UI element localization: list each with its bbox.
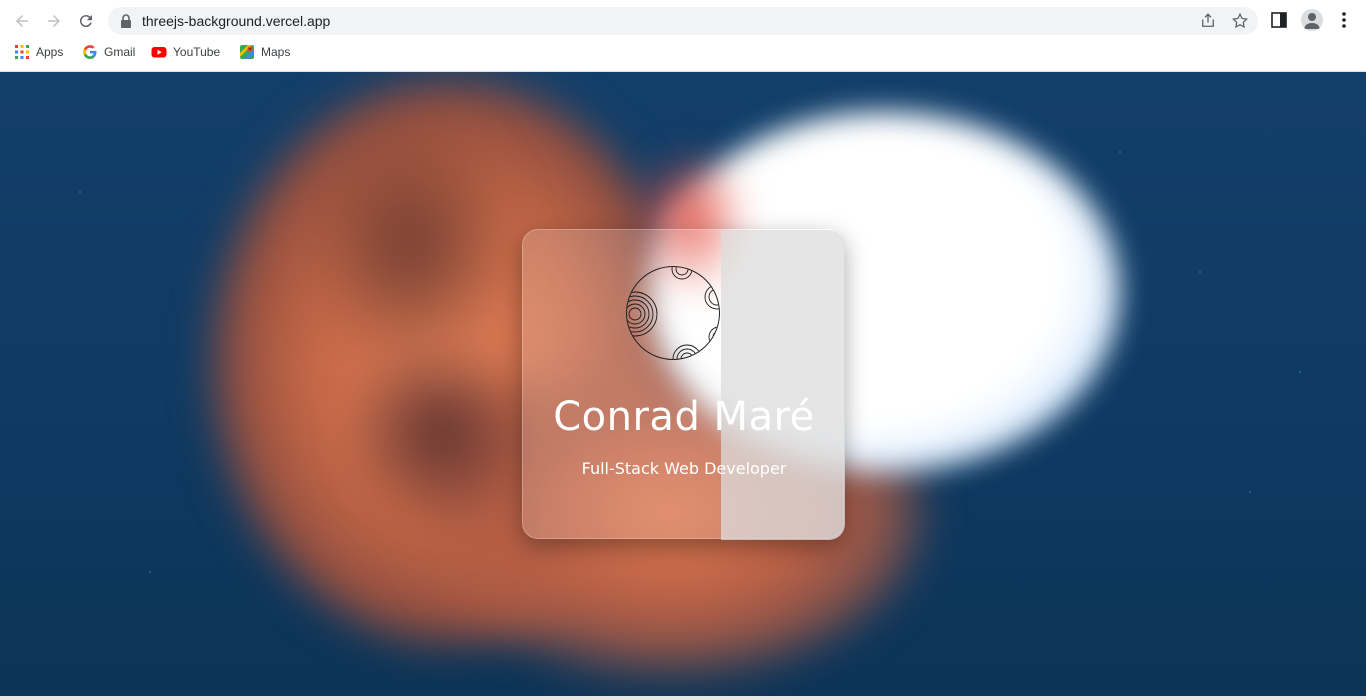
url-text: threejs-background.vercel.app: [142, 13, 331, 29]
arrow-left-icon: [16, 15, 28, 27]
bookmark-label: Apps: [36, 45, 64, 59]
bookmark-gmail[interactable]: Gmail: [82, 44, 135, 60]
profile-avatar[interactable]: [1301, 9, 1323, 31]
youtube-icon: [151, 47, 167, 58]
google-icon: [83, 45, 97, 59]
arrow-right-icon: [48, 15, 60, 27]
reload-button[interactable]: [73, 8, 99, 34]
profile-role: Full-Stack Web Developer: [581, 459, 787, 478]
share-icon[interactable]: [1199, 12, 1217, 30]
maps-icon: [240, 45, 254, 59]
star-icon[interactable]: [1231, 12, 1249, 30]
lock-icon: [121, 14, 131, 28]
circular-pattern-icon: [627, 267, 719, 359]
bookmark-youtube[interactable]: YouTube: [151, 44, 220, 60]
bookmarks-bar: Apps Gmail YouTube Maps: [0, 42, 1366, 64]
reload-icon: [79, 15, 92, 28]
profile-avatar-image: [626, 266, 720, 360]
browser-chrome: threejs-background.vercel.app Apps Gmail…: [0, 0, 1366, 72]
nebula-shadow: [300, 112, 520, 372]
bookmark-apps[interactable]: Apps: [14, 44, 63, 60]
card-highlight: [721, 230, 845, 540]
bookmark-label: Gmail: [104, 45, 136, 59]
profile-name: Conrad Maré: [553, 394, 815, 440]
page-canvas: Conrad Maré Full-Stack Web Developer: [0, 72, 1366, 700]
bookmark-label: YouTube: [173, 45, 221, 59]
person-icon: [1304, 13, 1320, 29]
side-panel-icon[interactable]: [1271, 12, 1287, 28]
address-bar[interactable]: threejs-background.vercel.app: [108, 7, 1258, 35]
nebula-dark-patch: [340, 332, 540, 532]
profile-card: Conrad Maré Full-Stack Web Developer: [522, 229, 845, 540]
back-button[interactable]: [9, 8, 35, 34]
forward-button[interactable]: [41, 8, 67, 34]
menu-dots-icon[interactable]: [1336, 11, 1352, 29]
apps-grid-icon: [15, 45, 29, 59]
bookmark-label: Maps: [261, 45, 291, 59]
bookmark-maps[interactable]: Maps: [239, 44, 290, 60]
horizontal-scrollbar[interactable]: [0, 696, 1366, 700]
